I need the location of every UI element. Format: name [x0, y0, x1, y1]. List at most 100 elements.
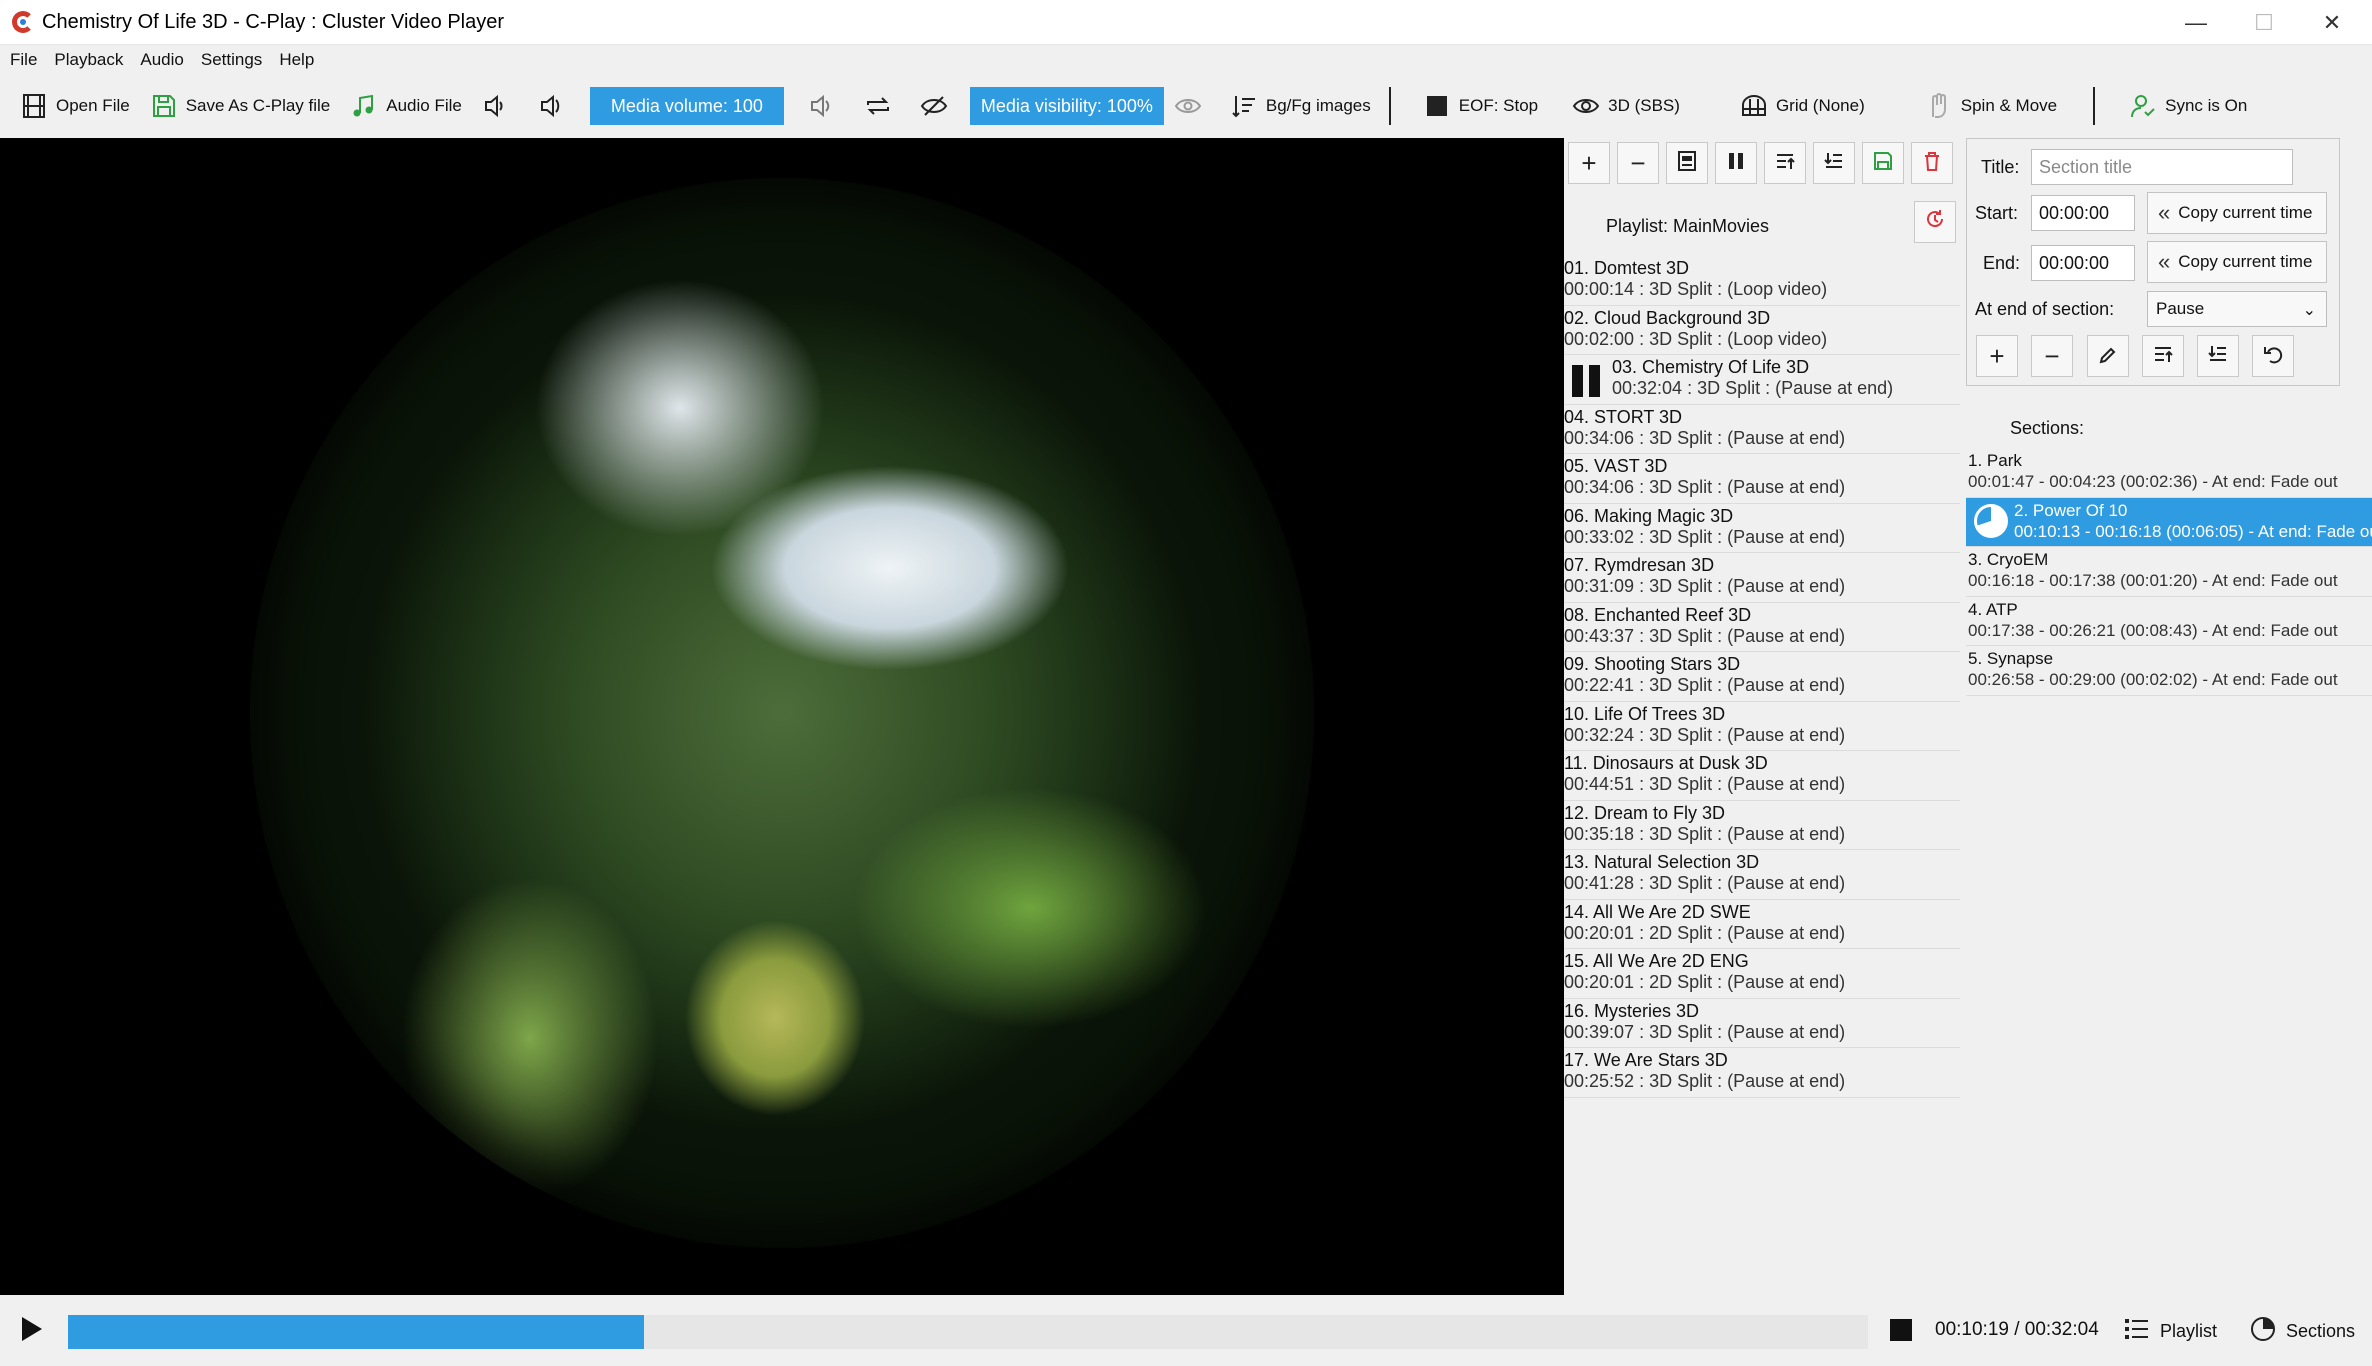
eof-label: EOF: Stop [1458, 96, 1539, 115]
loop-button[interactable] [854, 86, 910, 126]
playlist-item[interactable]: 04. STORT 3D 00:34:06 : 3D Split : (Pause… [1564, 405, 1960, 454]
start-time-input[interactable]: 00:00:00 [2031, 195, 2135, 231]
playlist-item[interactable]: 01. Domtest 3D 00:00:14 : 3D Split : (Loo… [1564, 256, 1960, 306]
playlist-item-current[interactable]: 03. Chemistry Of Life 3D 00:32:04 : 3D Sp… [1564, 355, 1960, 405]
end-time-input[interactable]: 00:00:00 [2031, 245, 2135, 281]
section-item-detail: 00:01:47 - 00:04:23 (00:02:36) - At end:… [1968, 472, 2338, 491]
playlist-item[interactable]: 10. Life Of Trees 3D 00:32:24 : 3D Split … [1564, 702, 1960, 751]
playlist-item[interactable]: 14. All We Are 2D SWE 00:20:01 : 2D Split… [1564, 900, 1960, 949]
playlist-item-name: 11. Dinosaurs at Dusk 3D [1564, 753, 1768, 773]
spin-move-button[interactable]: Spin & Move [1915, 86, 2067, 126]
playlist-item[interactable]: 09. Shooting Stars 3D 00:22:41 : 3D Split… [1564, 652, 1960, 702]
section-edit-button[interactable] [2087, 335, 2129, 377]
move-up-icon [1774, 148, 1796, 179]
audio-file-button[interactable]: Audio File [340, 86, 472, 126]
playlist-save-button[interactable] [1862, 142, 1904, 184]
hide-media-button[interactable] [910, 86, 966, 126]
layers-sort-icon [1230, 92, 1258, 120]
section-title-input[interactable]: Section title [2031, 149, 2293, 185]
playlist-item-detail: 00:02:00 : 3D Split : (Loop video) [1564, 328, 1828, 349]
playlist-remove-button[interactable]: − [1617, 142, 1659, 184]
playlist-reset-button[interactable] [1914, 201, 1956, 243]
video-view[interactable] [0, 138, 1564, 1295]
volume-down-button[interactable] [472, 86, 528, 126]
plus-icon: + [1989, 340, 2005, 371]
playlist-item[interactable]: 05. VAST 3D 00:34:06 : 3D Split : (Pause … [1564, 454, 1960, 504]
at-end-select[interactable]: Pause ⌄ [2147, 291, 2327, 327]
volume-up-button[interactable] [528, 86, 584, 126]
playlist-item[interactable]: 06. Making Magic 3D 00:33:02 : 3D Split :… [1564, 504, 1960, 553]
section-item[interactable]: 3. CryoEM 00:16:18 - 00:17:38 (00:01:20) … [1966, 547, 2372, 597]
minimize-button[interactable]: — [2162, 0, 2230, 45]
playlist-move-down-button[interactable] [1813, 142, 1855, 184]
document-icon [1676, 148, 1698, 179]
playlist-item[interactable]: 15. All We Are 2D ENG 00:20:01 : 2D Split… [1564, 949, 1960, 999]
close-button[interactable]: ✕ [2298, 0, 2366, 45]
title-bar: Chemistry Of Life 3D - C-Play : Cluster … [0, 0, 2372, 45]
seek-bar[interactable] [68, 1315, 1868, 1349]
section-item[interactable]: 4. ATP 00:17:38 - 00:26:21 (00:08:43) - A… [1966, 597, 2372, 646]
playlist-details-button[interactable] [1666, 142, 1708, 184]
menu-file[interactable]: File [10, 50, 37, 70]
menu-playback[interactable]: Playback [54, 50, 123, 70]
playlist-item[interactable]: 17. We Are Stars 3D 00:25:52 : 3D Split :… [1564, 1048, 1960, 1098]
playlist-item[interactable]: 11. Dinosaurs at Dusk 3D 00:44:51 : 3D Sp… [1564, 751, 1960, 801]
media-visibility-slider[interactable]: Media visibility: 100% [969, 87, 1164, 125]
playlist-item[interactable]: 07. Rymdresan 3D 00:31:09 : 3D Split : (P… [1564, 553, 1960, 603]
playlist-delete-button[interactable] [1911, 142, 1953, 184]
section-move-down-button[interactable] [2197, 335, 2239, 377]
playlist-add-button[interactable]: + [1568, 142, 1610, 184]
section-remove-button[interactable]: − [2031, 335, 2073, 377]
grid-mode-button[interactable]: Grid (None) [1730, 86, 1875, 126]
copy-end-time-button[interactable]: « Copy current time [2147, 241, 2327, 283]
playlist-move-up-button[interactable] [1764, 142, 1806, 184]
stereo-mode-button[interactable]: 3D (SBS) [1562, 86, 1690, 126]
pencil-icon [2098, 341, 2118, 372]
bgfg-images-button[interactable]: Bg/Fg images [1220, 86, 1381, 126]
list-icon [2124, 1317, 2150, 1346]
move-down-icon [2207, 341, 2229, 372]
section-item[interactable]: 1. Park 00:01:47 - 00:04:23 (00:02:36) - … [1966, 448, 2372, 498]
section-item-name: 4. ATP [1968, 599, 2018, 619]
sections-toggle-button[interactable]: Sections [2250, 1315, 2355, 1347]
playlist-item[interactable]: 12. Dream to Fly 3D 00:35:18 : 3D Split :… [1564, 801, 1960, 850]
stop-icon[interactable] [1890, 1319, 1912, 1341]
section-item-detail: 00:26:58 - 00:29:00 (00:02:02) - At end:… [1968, 670, 2338, 689]
playlist-item-name: 04. STORT 3D [1564, 406, 1683, 427]
visibility-toggle-button[interactable] [1164, 86, 1220, 126]
section-item-active[interactable]: 2. Power Of 10 00:10:13 - 00:16:18 (00:06… [1966, 497, 2372, 547]
maximize-button[interactable]: ☐ [2230, 0, 2298, 45]
open-file-label: Open File [56, 96, 130, 115]
playlist-toggle-button[interactable]: Playlist [2124, 1315, 2217, 1347]
section-undo-button[interactable] [2252, 335, 2294, 377]
open-file-button[interactable]: Open File [0, 86, 140, 126]
menu-audio[interactable]: Audio [140, 50, 183, 70]
playlist-item[interactable]: 16. Mysteries 3D 00:39:07 : 3D Split : (P… [1564, 999, 1960, 1048]
section-add-button[interactable]: + [1976, 335, 2018, 377]
media-volume-slider[interactable]: Media volume: 100 [589, 87, 784, 125]
seek-bar-fill [68, 1315, 644, 1349]
save-as-button[interactable]: Save As C-Play file [140, 86, 341, 126]
mute-button[interactable] [798, 86, 854, 126]
menu-help[interactable]: Help [279, 50, 314, 70]
move-up-icon [2152, 341, 2174, 372]
playlist-item[interactable]: 02. Cloud Background 3D 00:02:00 : 3D Spl… [1564, 306, 1960, 355]
eye-icon [1174, 92, 1202, 120]
toolbar-separator [1388, 87, 1391, 125]
double-chevron-left-icon: « [2158, 200, 2171, 225]
section-move-up-button[interactable] [2142, 335, 2184, 377]
playlist-item[interactable]: 08. Enchanted Reef 3D 00:43:37 : 3D Split… [1564, 603, 1960, 652]
sync-button[interactable]: Sync is On [2119, 86, 2257, 126]
copy-start-time-button[interactable]: « Copy current time [2147, 192, 2327, 234]
playlist-item-name: 02. Cloud Background 3D [1564, 307, 1771, 328]
playlist-item[interactable]: 13. Natural Selection 3D 00:41:28 : 3D Sp… [1564, 850, 1960, 900]
toolbar-separator [2093, 87, 2096, 125]
eof-button[interactable]: EOF: Stop [1413, 86, 1548, 126]
playlist-item-detail: 00:20:01 : 2D Split : (Pause at end) [1564, 922, 1846, 943]
section-item[interactable]: 5. Synapse 00:26:58 - 00:29:00 (00:02:02)… [1966, 646, 2372, 696]
save-icon [1872, 148, 1894, 179]
sections-list: 1. Park 00:01:47 - 00:04:23 (00:02:36) - … [1966, 448, 2372, 696]
menu-settings[interactable]: Settings [201, 50, 262, 70]
play-icon[interactable] [22, 1317, 42, 1341]
playlist-pause-button[interactable] [1715, 142, 1757, 184]
